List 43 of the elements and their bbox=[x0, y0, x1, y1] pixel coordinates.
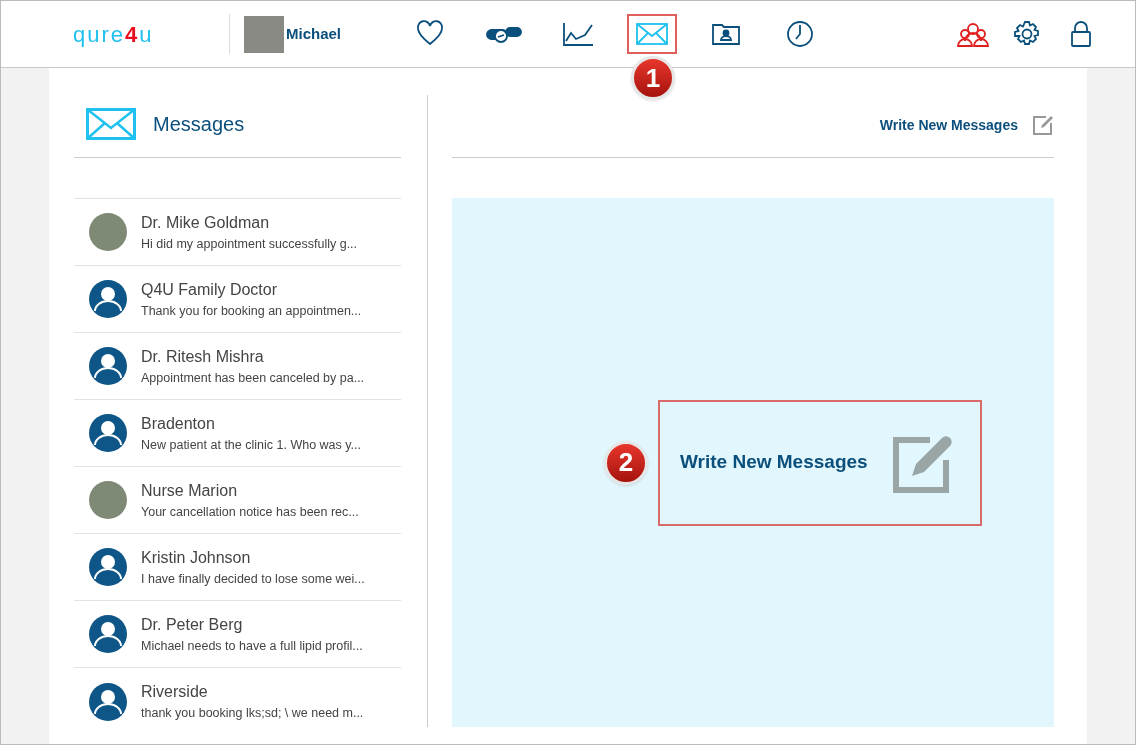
compose-icon[interactable] bbox=[1032, 114, 1054, 136]
contact-item[interactable]: Dr. Peter Berg Michael needs to have a full lipid profil... bbox=[74, 601, 401, 668]
contact-item[interactable]: Dr. Ritesh Mishra Appointment has been canceled by pa... bbox=[74, 333, 401, 400]
contact-item[interactable]: Kristin Johnson I have finally decided to lose some wei... bbox=[74, 534, 401, 601]
message-preview: I have finally decided to lose some wei... bbox=[141, 570, 365, 588]
callout-number: 1 bbox=[631, 56, 676, 100]
contact-name: Dr. Peter Berg bbox=[141, 614, 244, 635]
contact-name: Kristin Johnson bbox=[141, 547, 252, 568]
message-preview: New patient at the clinic 1. Who was y... bbox=[141, 436, 361, 454]
contact-item[interactable]: Dr. Mike Goldman Hi did my appointment successfully g... bbox=[74, 199, 401, 266]
avatar-icon bbox=[89, 280, 127, 318]
contact-name: Dr. Mike Goldman bbox=[141, 212, 271, 233]
avatar-icon bbox=[89, 615, 127, 653]
avatar-photo bbox=[89, 213, 127, 251]
contact-item[interactable]: Riverside thank you booking lks;sd; \ we need m... bbox=[74, 668, 401, 735]
contact-name: Nurse Marion bbox=[141, 480, 239, 501]
contact-item[interactable]: Nurse Marion Your cancellation notice has been rec... bbox=[74, 467, 401, 534]
contact-name: Bradenton bbox=[141, 413, 216, 434]
clock-icon bbox=[785, 19, 816, 49]
write-new-messages-link[interactable]: Write New Messages bbox=[879, 114, 1018, 136]
avatar-photo bbox=[89, 481, 127, 519]
avatar-icon bbox=[89, 682, 127, 721]
callout-number: 2 bbox=[604, 440, 648, 485]
avatar-icon bbox=[89, 347, 127, 385]
message-preview: Michael needs to have a full lipid profil... bbox=[141, 637, 363, 655]
message-preview: thank you booking lks;sd; \ we need m... bbox=[141, 705, 364, 723]
user-photo bbox=[244, 15, 284, 53]
contact-name: Q4U Family Doctor bbox=[141, 279, 279, 300]
contact-name: Riverside bbox=[141, 682, 209, 703]
page-title: Messages bbox=[153, 112, 245, 137]
message-preview: Thank you for booking an appointmen... bbox=[141, 302, 362, 320]
contact-item[interactable]: Bradenton New patient at the clinic 1. Who was y... bbox=[74, 400, 401, 467]
avatar-icon bbox=[89, 548, 127, 586]
contact-name: Dr. Ritesh Mishra bbox=[141, 346, 265, 367]
message-preview: Your cancellation notice has been rec... bbox=[141, 503, 359, 521]
user-name[interactable]: Michael bbox=[286, 22, 342, 46]
avatar-icon bbox=[89, 414, 127, 452]
write-new-messages-button[interactable]: Write New Messages bbox=[658, 399, 982, 526]
contact-item[interactable]: Q4U Family Doctor Thank you for booking an appointmen... bbox=[74, 266, 401, 333]
logo[interactable]: qure4u bbox=[73, 17, 181, 51]
envelope-icon bbox=[86, 108, 136, 140]
message-preview: Appointment has been canceled by pa... bbox=[141, 369, 365, 387]
message-preview: Hi did my appointment successfully g... bbox=[141, 235, 358, 253]
